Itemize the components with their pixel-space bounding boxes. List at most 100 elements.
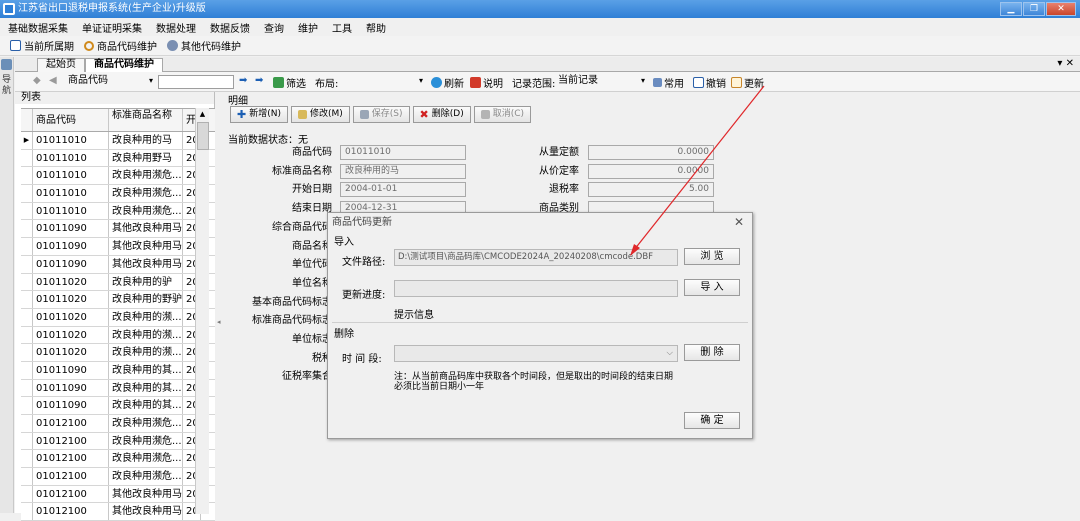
table-row[interactable]: 01011010改良种用野马200 <box>21 149 215 168</box>
delete-range-button[interactable]: 删 除 <box>684 344 740 361</box>
close-window-button[interactable]: ✕ <box>1046 2 1076 16</box>
table-row[interactable]: 01011020改良种用的濒...200 <box>21 326 215 345</box>
menu-maintain[interactable]: 维护 <box>298 20 318 35</box>
cell-code: 01011090 <box>33 255 109 273</box>
add-button[interactable]: ✚ 新增(N) <box>230 106 288 123</box>
calendar-icon <box>10 40 21 51</box>
field-input[interactable]: 2004-01-01 <box>340 182 466 198</box>
table-row[interactable]: 01012100改良种用濒危...201 <box>21 450 215 469</box>
delete-button[interactable]: ✖ 删除(D) <box>412 106 471 123</box>
undo-label: 撤销 <box>706 79 726 90</box>
time-range-select[interactable]: ⌵ <box>394 345 678 362</box>
scroll-thumb[interactable] <box>197 122 209 150</box>
table-row[interactable]: 01012100其他改良种用马201 <box>21 503 215 521</box>
cell-code: 01012100 <box>33 415 109 432</box>
product-code-maintain-button[interactable]: 商品代码维护 <box>84 38 157 53</box>
search-next-icon[interactable]: ➡ <box>255 75 263 86</box>
help-button[interactable]: 说明 <box>470 75 503 90</box>
back-arrow-icon[interactable]: ◆ <box>33 75 41 86</box>
current-period-button[interactable]: 当前所属期 <box>10 38 74 53</box>
save-button[interactable]: 保存(S) <box>352 106 410 123</box>
cell-code: 01012100 <box>33 432 109 450</box>
refresh-button[interactable]: 刷新 <box>431 75 464 90</box>
menu-query[interactable]: 查询 <box>264 20 284 35</box>
table-row[interactable]: 01011090改良种用的其...200 <box>21 361 215 380</box>
table-row[interactable]: 01012100其他改良种用马201 <box>21 485 215 504</box>
menu-data-processing[interactable]: 数据处理 <box>156 20 196 35</box>
table-row[interactable]: 01011090改良种用的其...200 <box>21 397 215 415</box>
table-row[interactable]: 01011090其他改良种用马200 <box>21 255 215 274</box>
edit-button[interactable]: 修改(M) <box>290 106 350 123</box>
minimize-button[interactable]: ▁ <box>1000 2 1022 16</box>
field-label: 开始日期 <box>292 184 332 196</box>
search-input[interactable] <box>158 75 234 89</box>
menu-basic-data[interactable]: 基础数据采集 <box>8 20 68 35</box>
refresh-icon <box>431 77 442 88</box>
field-label: 退税率 <box>549 184 579 196</box>
cell-code: 01011090 <box>33 220 109 238</box>
back-icon[interactable]: ◀ <box>49 75 57 86</box>
field-input[interactable]: 01011010 <box>340 145 466 160</box>
file-path-input[interactable]: D:\测试项目\商品码库\CMCODE2024A_20240208\cmcode… <box>394 249 678 266</box>
field-input[interactable]: 5.00 <box>588 182 714 198</box>
browse-button[interactable]: 浏 览 <box>684 248 740 265</box>
time-range-label: 时 间 段: <box>342 354 382 365</box>
undo-icon <box>693 77 704 88</box>
splitter-arrow-icon[interactable]: ◂ <box>217 318 221 326</box>
record-range-combo[interactable]: 当前记录 ▾ <box>555 75 647 89</box>
cell-name: 其他改良种用马 <box>109 238 183 255</box>
cancel-button[interactable]: 取消(C) <box>473 106 532 123</box>
menu-data-feedback[interactable]: 数据反馈 <box>210 20 250 35</box>
layout-combo[interactable]: ▾ <box>345 75 425 89</box>
field-input[interactable]: 0.0000 <box>588 163 714 179</box>
column-header-code[interactable]: 商品代码 <box>33 109 109 131</box>
table-row[interactable]: ▶01011010改良种用的马200 <box>21 132 215 150</box>
search-go-icon[interactable]: ➡ <box>239 75 247 86</box>
undo-button[interactable]: 撤销 <box>693 75 726 90</box>
cell-code: 01011090 <box>33 397 109 414</box>
table-row[interactable]: 01011010改良种用濒危...200 <box>21 185 215 203</box>
common-button[interactable]: 常用 <box>653 75 684 90</box>
tab-start-page[interactable]: 起始页 <box>37 58 85 72</box>
update-dialog: 商品代码更新 ✕ 导入 文件路径: D:\测试项目\商品码库\CMCODE202… <box>327 212 753 439</box>
cell-code: 01012100 <box>33 503 109 521</box>
nav-sidebar[interactable]: 导航 <box>0 57 14 513</box>
table-row[interactable]: 01011090改良种用的其...200 <box>21 379 215 398</box>
table-row[interactable]: 01011020改良种用的野驴200 <box>21 291 215 309</box>
cell-name: 其他改良种用马 <box>109 485 183 503</box>
cell-name: 改良种用濒危... <box>109 167 183 185</box>
column-header-name[interactable]: 标准商品名称 <box>109 109 183 131</box>
layout-label: 布局: <box>315 79 339 90</box>
search-field-combo[interactable]: 商品代码 ▾ <box>65 75 155 89</box>
table-row[interactable]: 01012100改良种用濒危...201 <box>21 468 215 486</box>
table-row[interactable]: 01011020改良种用的濒...200 <box>21 308 215 327</box>
tab-product-code[interactable]: 商品代码维护 <box>85 58 163 72</box>
menu-tools[interactable]: 工具 <box>332 20 352 35</box>
grid-scrollbar[interactable]: ▲ <box>195 108 209 514</box>
update-button[interactable]: 更新 <box>731 75 764 90</box>
table-row[interactable]: 01011090其他改良种用马200 <box>21 220 215 239</box>
table-row[interactable]: 01012100改良种用濒危...201 <box>21 432 215 451</box>
field-input[interactable]: 改良种用的马 <box>340 163 466 179</box>
restore-button[interactable]: ❐ <box>1023 2 1045 16</box>
menu-documents[interactable]: 单证证明采集 <box>82 20 142 35</box>
other-code-maintain-button[interactable]: 其他代码维护 <box>167 38 241 53</box>
dialog-close-icon[interactable]: ✕ <box>734 215 744 229</box>
row-indicator: ▶ <box>21 132 33 149</box>
menu-help[interactable]: 帮助 <box>366 20 386 35</box>
import-button[interactable]: 导 入 <box>684 279 740 296</box>
common-label: 常用 <box>664 79 684 90</box>
table-row[interactable]: 01011010改良种用濒危...200 <box>21 202 215 221</box>
table-row[interactable]: 01011010改良种用濒危...200 <box>21 167 215 186</box>
table-row[interactable]: 01012100改良种用濒危...201 <box>21 415 215 433</box>
row-indicator-header <box>21 109 33 131</box>
filter-button[interactable]: 筛选 <box>273 75 306 90</box>
tab-menu-icon[interactable]: ▾ ✕ <box>1057 58 1074 69</box>
table-row[interactable]: 01011090其他改良种用马200 <box>21 238 215 256</box>
field-input[interactable]: 0.0000 <box>588 145 714 160</box>
table-row[interactable]: 01011020改良种用的驴200 <box>21 273 215 292</box>
ok-button[interactable]: 确 定 <box>684 412 740 429</box>
scroll-up-icon[interactable]: ▲ <box>196 108 209 120</box>
cell-name: 改良种用的濒... <box>109 344 183 361</box>
table-row[interactable]: 01011020改良种用的濒...200 <box>21 344 215 362</box>
